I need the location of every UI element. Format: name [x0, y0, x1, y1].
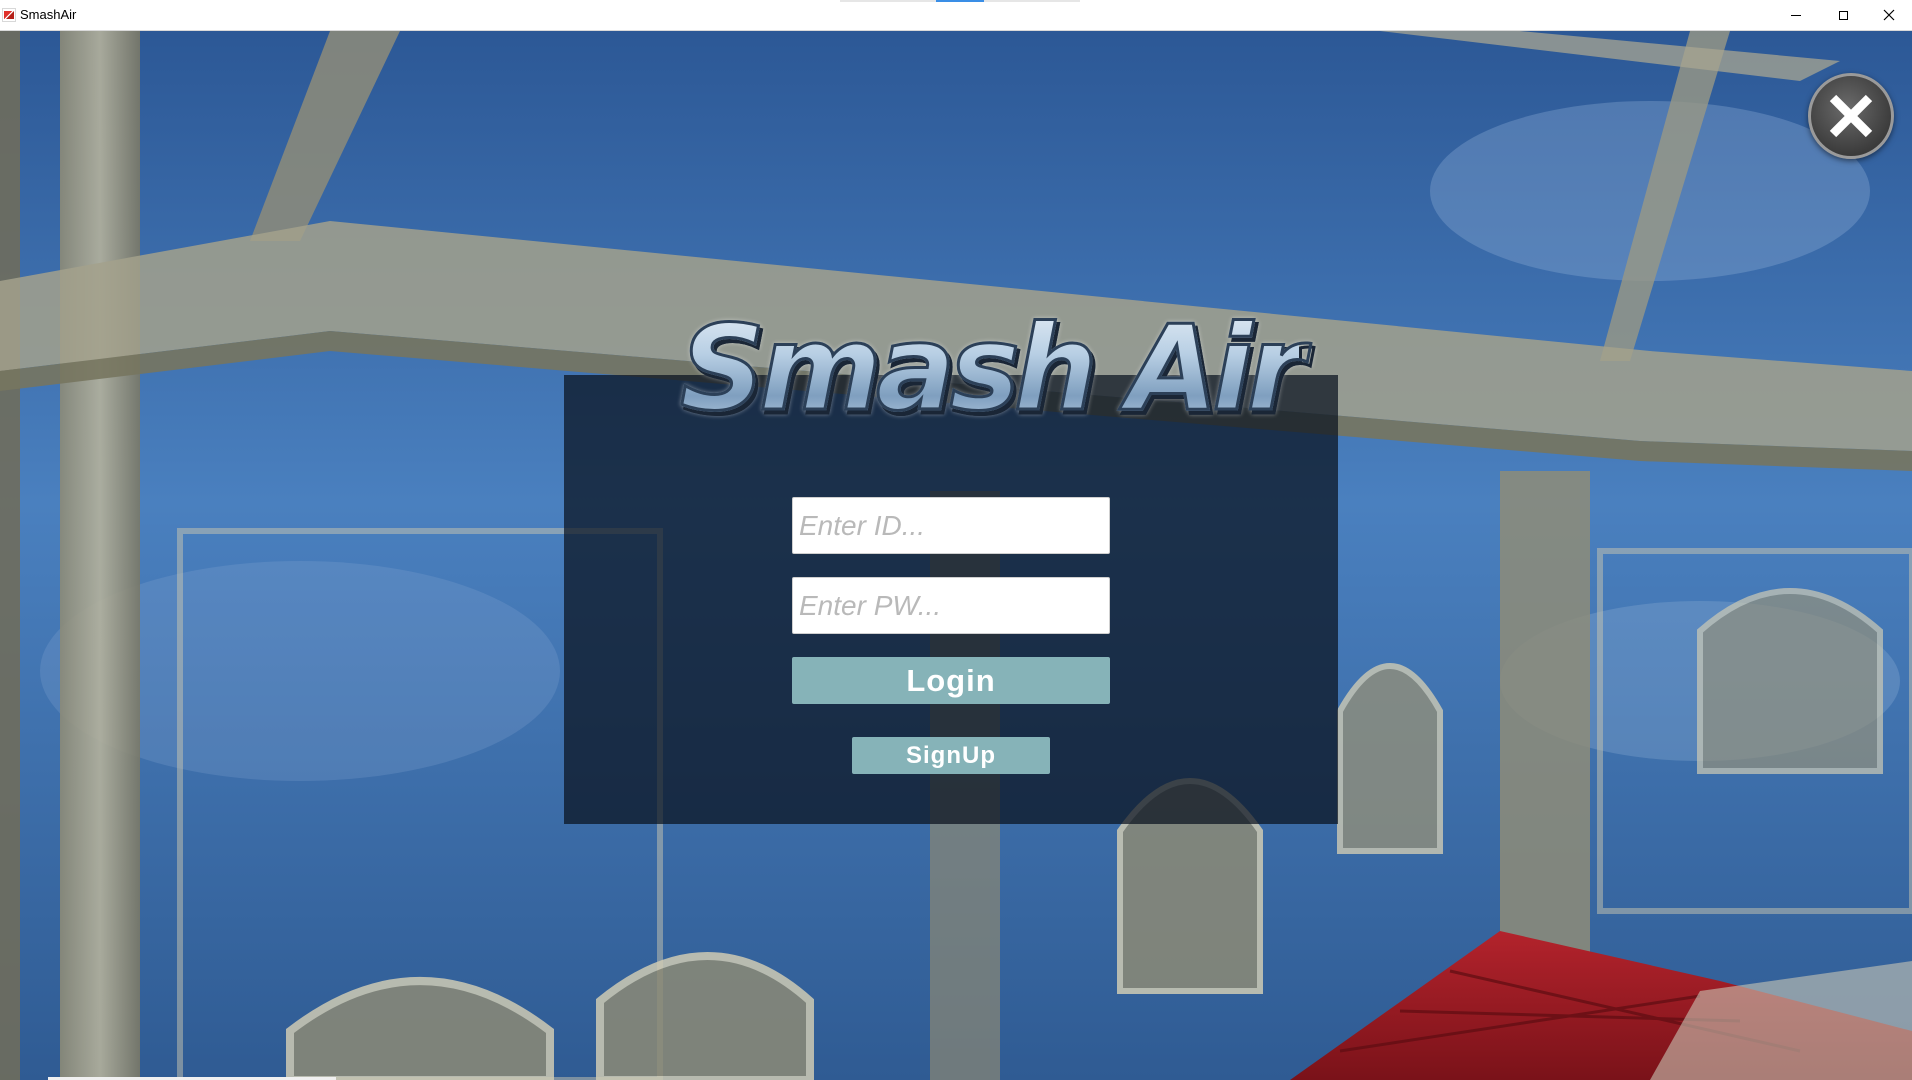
minimize-button[interactable] [1773, 0, 1819, 30]
id-input[interactable] [792, 497, 1110, 554]
title-bar[interactable]: SmashAir [0, 0, 1912, 31]
title-accent [840, 0, 936, 2]
close-icon [1883, 9, 1895, 21]
game-close-button[interactable] [1808, 73, 1894, 159]
window-title: SmashAir [20, 7, 77, 22]
title-accent-active [936, 0, 984, 2]
logo-text: Smash Air [679, 298, 1307, 439]
close-x-icon [1829, 94, 1873, 138]
minimize-icon [1791, 14, 1801, 16]
signup-button[interactable]: SignUp [852, 737, 1050, 774]
password-input[interactable] [792, 577, 1110, 634]
maximize-button[interactable] [1820, 0, 1866, 30]
window-close-button[interactable] [1866, 0, 1912, 30]
game-logo: Smash Air [679, 298, 1307, 439]
maximize-icon [1838, 10, 1848, 20]
title-accent [984, 0, 1080, 2]
game-window: SmashAir Smash Air Enter ID... Login Sig… [0, 0, 1912, 1080]
login-button[interactable]: Login [792, 657, 1110, 704]
app-icon [2, 8, 16, 22]
